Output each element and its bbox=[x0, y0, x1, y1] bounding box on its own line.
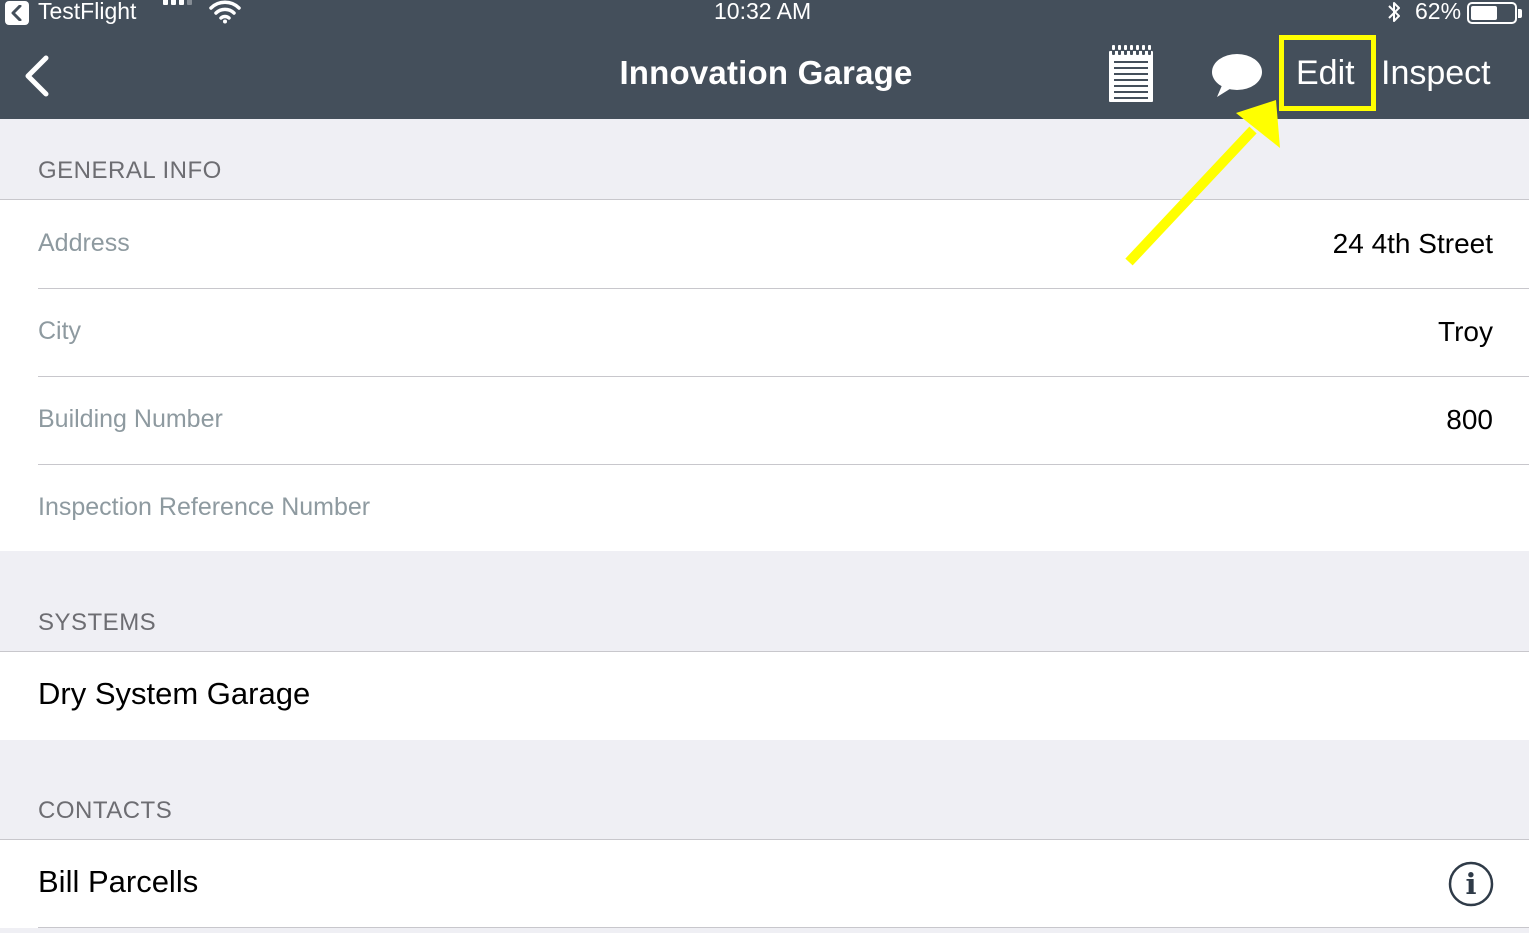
system-name: Dry System Garage bbox=[38, 676, 311, 711]
inspect-button[interactable]: Inspect bbox=[1381, 54, 1491, 93]
section-header-label: SYSTEMS bbox=[38, 609, 157, 636]
wifi-icon bbox=[209, 0, 241, 24]
inspection-reference-label: Inspection Reference Number bbox=[38, 493, 371, 521]
city-value: Troy bbox=[1438, 316, 1493, 347]
building-number-value: 800 bbox=[1446, 404, 1493, 435]
list-item[interactable]: Bill Parcells i bbox=[0, 840, 1529, 928]
battery-icon bbox=[1467, 2, 1517, 24]
address-row: Address 24 4th Street bbox=[0, 200, 1529, 288]
status-time: 10:32 AM bbox=[714, 0, 812, 24]
battery-percent: 62% bbox=[1415, 0, 1462, 24]
battery-fill bbox=[1471, 6, 1497, 20]
section-header-contacts: CONTACTS bbox=[0, 740, 1529, 839]
speech-bubble-icon[interactable] bbox=[1211, 53, 1263, 99]
contact-name: Bill Parcells bbox=[38, 864, 199, 899]
back-app-label[interactable]: TestFlight bbox=[38, 0, 136, 25]
svg-text:i: i bbox=[1465, 867, 1476, 901]
city-label: City bbox=[38, 317, 82, 345]
highlight-box bbox=[1279, 35, 1376, 111]
chevron-left-icon[interactable] bbox=[20, 54, 54, 98]
notepad-icon[interactable] bbox=[1108, 45, 1154, 103]
row-separator bbox=[38, 927, 1529, 928]
list-item[interactable]: Dry System Garage bbox=[0, 652, 1529, 740]
status-bar: TestFlight 10:32 AM 62% bbox=[0, 0, 1529, 28]
address-value: 24 4th Street bbox=[1332, 228, 1493, 259]
address-label: Address bbox=[38, 229, 130, 257]
general-info-group: Address 24 4th Street City Troy Building… bbox=[0, 199, 1529, 553]
inspection-reference-row: Inspection Reference Number bbox=[0, 464, 1529, 552]
page-title: Innovation Garage bbox=[619, 54, 913, 91]
city-row: City Troy bbox=[0, 288, 1529, 376]
section-header-general-info: GENERAL INFO bbox=[0, 119, 1529, 199]
systems-group: Dry System Garage bbox=[0, 651, 1529, 741]
bluetooth-icon bbox=[1388, 2, 1400, 22]
section-header-label: GENERAL INFO bbox=[38, 157, 222, 184]
back-to-app-icon[interactable] bbox=[5, 1, 29, 25]
battery-tip bbox=[1518, 9, 1522, 18]
building-number-row: Building Number 800 bbox=[0, 376, 1529, 464]
section-header-systems: SYSTEMS bbox=[0, 551, 1529, 651]
contacts-group: Bill Parcells i bbox=[0, 839, 1529, 928]
building-number-label: Building Number bbox=[38, 405, 223, 433]
section-header-label: CONTACTS bbox=[38, 797, 173, 824]
info-icon[interactable]: i bbox=[1448, 861, 1494, 907]
